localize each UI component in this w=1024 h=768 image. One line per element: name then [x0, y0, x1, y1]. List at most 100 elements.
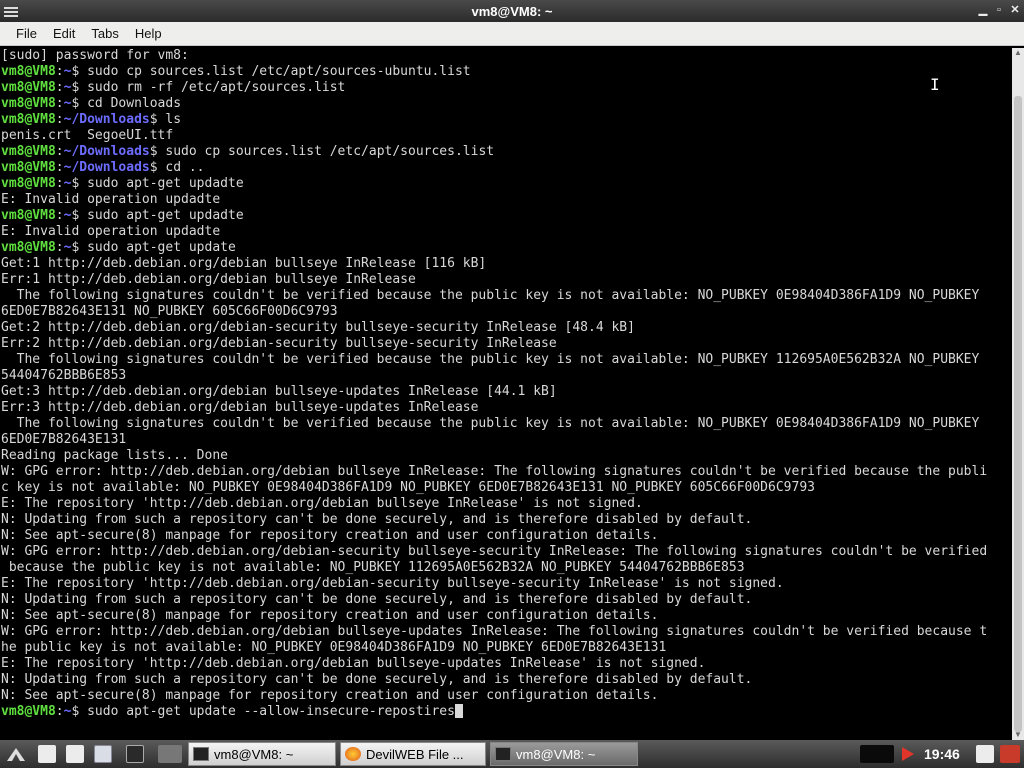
menu-bar: File Edit Tabs Help: [0, 22, 1024, 46]
terminal-line: vm8@VM8:~$ sudo apt-get updadte: [1, 208, 244, 223]
output-text: 6ED0E7B82643E131 NO_PUBKEY 605C66F00D6C9…: [1, 304, 338, 319]
command-text: cd ..: [157, 160, 205, 175]
prompt-user: vm8@VM8: [1, 112, 56, 127]
prompt-user: vm8@VM8: [1, 144, 56, 159]
command-text: sudo cp sources.list /etc/apt/sources.li…: [157, 144, 495, 159]
terminal-line: vm8@VM8:~$ sudo cp sources.list /etc/apt…: [1, 64, 471, 79]
taskbar: vm8@VM8: ~ DevilWEB File ... vm8@VM8: ~ …: [0, 740, 1024, 768]
output-text: penis.crt SegoeUI.ttf: [1, 128, 174, 143]
terminal-line: Get:2 http://deb.debian.org/debian-secur…: [1, 320, 1012, 336]
task-label: DevilWEB File ...: [366, 746, 464, 762]
terminal-line: The following signatures couldn't be ver…: [1, 416, 1012, 432]
prompt-user: vm8@VM8: [1, 208, 56, 223]
prompt-user: vm8@VM8: [1, 240, 56, 255]
prompt-path: ~: [63, 240, 72, 255]
minimize-icon[interactable]: ▁: [978, 3, 988, 17]
output-text: c key is not available: NO_PUBKEY 0E9840…: [1, 480, 815, 495]
monitor-icon[interactable]: [126, 745, 144, 763]
window-titlebar[interactable]: vm8@VM8: ~ ▁ ▫ ✕: [0, 0, 1024, 22]
prompt-path: ~: [63, 176, 72, 191]
task-terminal-1[interactable]: vm8@VM8: ~: [188, 742, 336, 766]
task-terminal-2[interactable]: vm8@VM8: ~: [490, 742, 638, 766]
command-text: sudo apt-get updadte: [79, 176, 244, 191]
terminal-output[interactable]: [sudo] password for vm8: vm8@VM8:~$ sudo …: [0, 48, 1012, 740]
command-input[interactable]: sudo apt-get update --allow-insecure-rep…: [79, 704, 455, 719]
menu-tabs[interactable]: Tabs: [83, 26, 126, 41]
prompt-path: ~: [63, 64, 72, 79]
windows-icon[interactable]: [94, 745, 112, 763]
terminal-line: vm8@VM8:~/Downloads$ sudo cp sources.lis…: [1, 144, 495, 159]
menu-edit[interactable]: Edit: [45, 26, 83, 41]
output-text: E: Invalid operation updadte: [1, 224, 221, 239]
logout-icon[interactable]: [1000, 745, 1020, 763]
terminal-line: vm8@VM8:~$ sudo apt-get update --allow-i…: [1, 704, 1012, 720]
prompt-user: vm8@VM8: [1, 96, 56, 111]
terminal-line: E: The repository 'http://deb.debian.org…: [1, 656, 1012, 672]
terminal-line: vm8@VM8:~/Downloads$ ls: [1, 112, 182, 127]
output-text: E: The repository 'http://deb.debian.org…: [1, 496, 643, 511]
terminal-line: N: Updating from such a repository can't…: [1, 672, 1012, 688]
output-text: 54404762BBB6E853: [1, 368, 127, 383]
maximize-icon[interactable]: ▫: [994, 3, 1004, 17]
scroll-down-icon[interactable]: ▼: [1012, 730, 1024, 740]
terminal-line: c key is not available: NO_PUBKEY 0E9840…: [1, 480, 1012, 496]
task-label: vm8@VM8: ~: [516, 746, 596, 762]
file-icon[interactable]: [38, 745, 56, 763]
output-text: Err:3 http://deb.debian.org/debian bulls…: [1, 400, 479, 415]
terminal-line: E: The repository 'http://deb.debian.org…: [1, 496, 1012, 512]
desktop-icon[interactable]: [158, 745, 182, 763]
task-label: vm8@VM8: ~: [214, 746, 294, 762]
terminal-line: Reading package lists... Done: [1, 448, 1012, 464]
terminal-line: E: The repository 'http://deb.debian.org…: [1, 576, 1012, 592]
terminal-scrollbar[interactable]: ▲ ▼: [1012, 48, 1024, 740]
window-menu-icon[interactable]: [4, 5, 18, 17]
output-text: The following signatures couldn't be ver…: [1, 416, 980, 431]
output-text: W: GPG error: http://deb.debian.org/debi…: [1, 464, 988, 479]
start-menu-icon[interactable]: [6, 745, 25, 763]
command-text: cd Downloads: [79, 96, 182, 111]
output-text: The following signatures couldn't be ver…: [1, 288, 980, 303]
output-text: N: See apt-secure(8) manpage for reposit…: [1, 608, 659, 623]
terminal-line: penis.crt SegoeUI.ttf: [1, 128, 1012, 144]
terminal-line: E: Invalid operation updadte: [1, 192, 1012, 208]
terminal-line: vm8@VM8:~/Downloads$ cd ..: [1, 160, 205, 175]
menu-file[interactable]: File: [8, 26, 45, 41]
output-text: he public key is not available: NO_PUBKE…: [1, 640, 667, 655]
terminal-icon: [495, 747, 511, 761]
prompt-path: ~/Downloads: [63, 160, 150, 175]
terminal-line: Err:3 http://deb.debian.org/debian bulls…: [1, 400, 1012, 416]
command-text: sudo apt-get update: [79, 240, 236, 255]
terminal-line: Err:2 http://deb.debian.org/debian-secur…: [1, 336, 1012, 352]
terminal-line: W: GPG error: http://deb.debian.org/debi…: [1, 544, 1012, 560]
output-text: because the public key is not available:…: [1, 560, 745, 575]
document-icon[interactable]: [66, 745, 84, 763]
task-browser[interactable]: DevilWEB File ...: [340, 742, 486, 766]
scrollbar-thumb[interactable]: [1014, 96, 1022, 732]
prompt-user: vm8@VM8: [1, 160, 56, 175]
clock[interactable]: 19:46: [924, 746, 960, 762]
output-text: Err:2 http://deb.debian.org/debian-secur…: [1, 336, 557, 351]
terminal-line: vm8@VM8:~$ sudo apt-get update: [1, 240, 236, 255]
terminal-line: N: Updating from such a repository can't…: [1, 592, 1012, 608]
terminal-line: vm8@VM8:~$ sudo rm -rf /etc/apt/sources.…: [1, 80, 346, 95]
terminal-line: The following signatures couldn't be ver…: [1, 288, 1012, 304]
terminal-line: W: GPG error: http://deb.debian.org/debi…: [1, 464, 1012, 480]
scroll-up-icon[interactable]: ▲: [1012, 48, 1024, 58]
notes-icon[interactable]: [976, 745, 994, 763]
prompt-path: ~/Downloads: [63, 144, 150, 159]
menu-help[interactable]: Help: [127, 26, 170, 41]
cpu-monitor-icon: [860, 745, 894, 763]
prompt-user: vm8@VM8: [1, 80, 56, 95]
output-text: The following signatures couldn't be ver…: [1, 352, 980, 367]
command-text: sudo cp sources.list /etc/apt/sources-ub…: [79, 64, 471, 79]
close-icon[interactable]: ✕: [1010, 3, 1020, 17]
terminal-line: Err:1 http://deb.debian.org/debian bulls…: [1, 272, 1012, 288]
terminal-line: E: Invalid operation updadte: [1, 224, 1012, 240]
terminal-line: [sudo] password for vm8:: [1, 48, 1012, 64]
output-text: N: Updating from such a repository can't…: [1, 672, 753, 687]
terminal-line: 6ED0E7B82643E131: [1, 432, 1012, 448]
prompt-user: vm8@VM8: [1, 176, 56, 191]
volume-icon[interactable]: [900, 745, 916, 763]
prompt-path: ~: [63, 208, 72, 223]
terminal-line: Get:3 http://deb.debian.org/debian bulls…: [1, 384, 1012, 400]
